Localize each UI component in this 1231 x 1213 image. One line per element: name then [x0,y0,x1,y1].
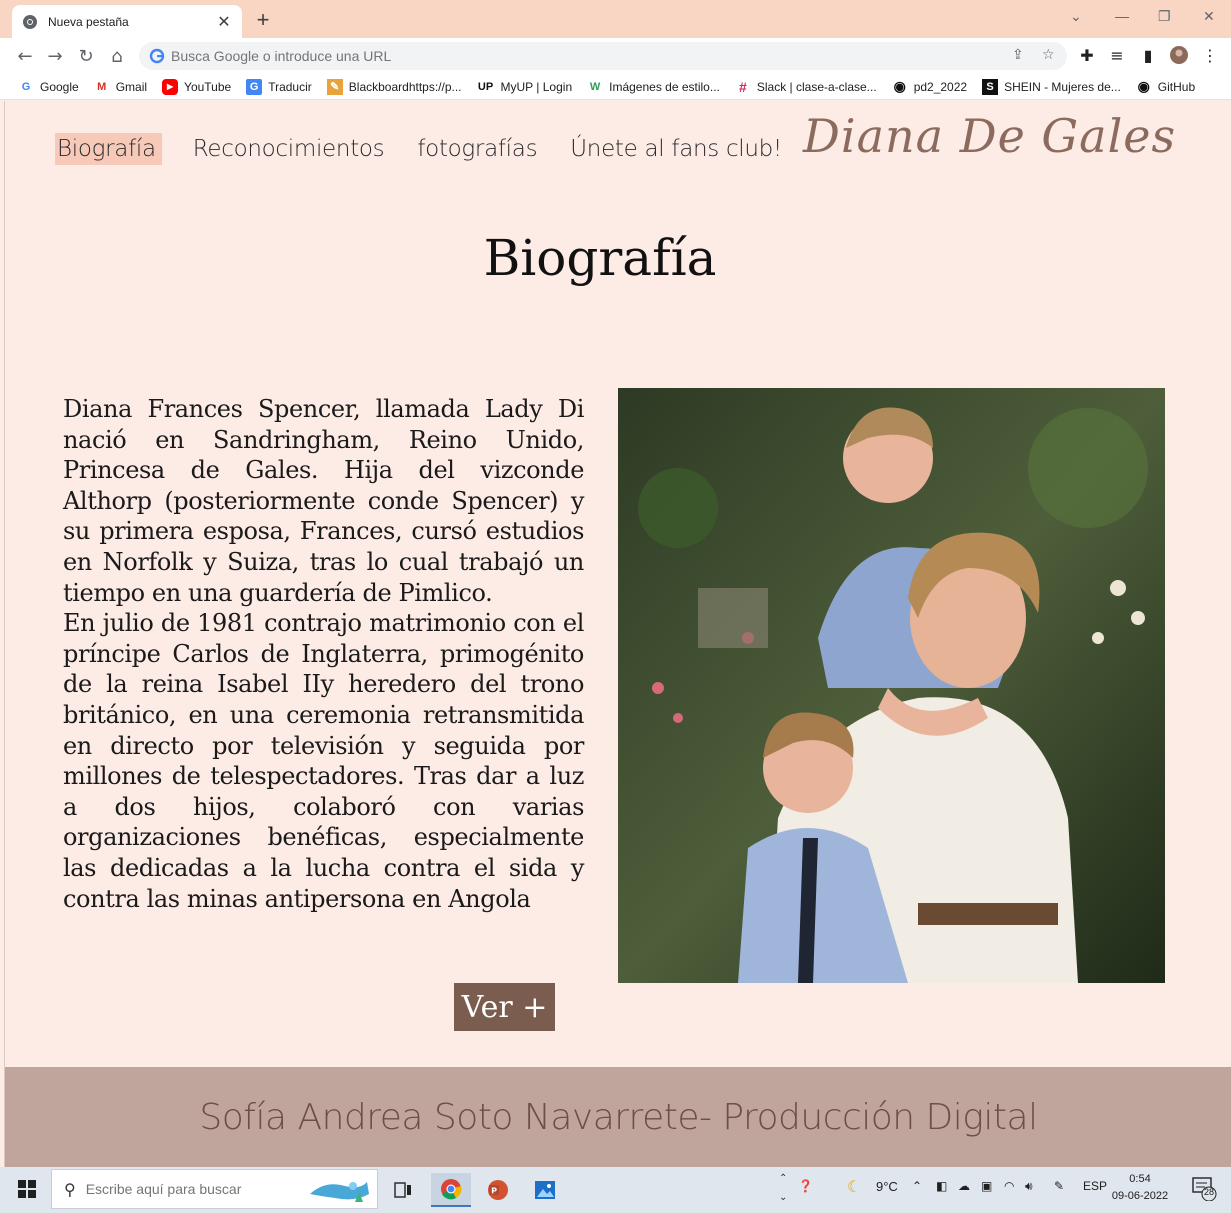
address-input[interactable] [171,48,971,64]
meet-icon[interactable]: ◧ [936,1179,947,1193]
browser-toolbar: ← → ↻ ⌂ ⇪ ☆ ✚ ≡ ▮ ⋮ [0,38,1231,74]
browser-tab[interactable]: Nueva pestaña ✕ [12,5,242,38]
moon-weather-icon: ☾ [847,1179,862,1196]
site-footer: Sofía Andrea Soto Navarrete- Producción … [5,1067,1231,1167]
tray-overflow-icon[interactable]: ⌃ ⌄ [779,1169,787,1207]
back-icon[interactable]: ← [13,44,37,68]
taskbar-search-input[interactable] [85,1181,286,1197]
close-tab-icon[interactable]: ✕ [216,12,232,31]
photos-icon[interactable] [525,1173,565,1207]
powerpoint-icon[interactable]: P [478,1173,518,1207]
bio-paragraph: Diana Frances Spencer, llamada Lady Di n… [63,395,584,607]
web-page: Biografía Reconocimientos fotografías Ún… [4,101,1231,1167]
nav-reconocimientos[interactable]: Reconocimientos [191,133,387,165]
reload-icon[interactable]: ↻ [74,44,98,68]
gmail-icon: M [97,80,107,93]
search-highlight-icon [310,1182,369,1202]
windows-taskbar: ⚲ P ⌃⌄ ❓ ☾ 9°C ⌃ ◧ ☁ ▣ ◠ 🔊︎ ✎ ESP 0:54 0… [0,1167,1231,1213]
weather-temp[interactable]: 9°C [876,1179,898,1194]
tab-search-icon[interactable]: ⌄ [1070,8,1082,25]
restore-icon[interactable]: ❐ [1158,8,1171,25]
site-logo: Diana De Gales [803,109,1177,163]
footer-credit: Sofía Andrea Soto Navarrete- Producción … [199,1096,1038,1138]
bookmark-gmail[interactable]: M Gmail [94,79,147,95]
browser-tabstrip: Nueva pestaña ✕ + ⌄ — ❐ ✕ [0,0,1231,38]
display-icon[interactable]: ▣ [981,1179,992,1193]
menu-icon[interactable]: ⋮ [1200,46,1220,66]
extensions-icon[interactable]: ✚ [1077,46,1097,66]
language-indicator[interactable]: ESP [1083,1179,1107,1193]
chrome-icon [23,14,37,29]
github-icon: ◉ [1137,78,1150,94]
task-view-icon[interactable] [383,1173,423,1207]
blackboard-icon: ✎ [326,78,343,95]
share-icon[interactable]: ⇪ [1012,47,1024,63]
clock-date: 09-06-2022 [1111,1190,1169,1202]
google-icon: G [21,80,31,93]
profile-avatar[interactable] [1169,46,1189,66]
bookmark-blackboard[interactable]: ✎ Blackboardhttps://p... [326,78,462,95]
notification-count: 28 [1203,1187,1214,1197]
search-icon: ⚲ [64,1179,76,1199]
bookmark-google[interactable]: G Google [18,79,79,95]
bookmark-imagenes[interactable]: W Imágenes de estilo... [587,79,720,95]
svg-text:P: P [491,1187,497,1196]
bookmark-slack[interactable]: # Slack | clase-a-clase... [735,79,877,95]
taskbar-search[interactable]: ⚲ [51,1169,378,1209]
forward-icon[interactable]: → [43,44,67,68]
page-title: Biografía [483,229,717,287]
diana-family-photo [618,388,1165,983]
volume-icon[interactable]: 🔊︎ [1025,1179,1033,1194]
bookmark-myup[interactable]: UP MyUP | Login [477,79,572,95]
reading-list-icon[interactable]: ≡ [1107,46,1127,66]
close-window-icon[interactable]: ✕ [1203,8,1215,25]
bio-paragraph: En julio de 1981 contrajo matrimonio con… [63,609,584,913]
chevron-up-icon[interactable]: ⌃ [912,1179,922,1193]
onedrive-icon[interactable]: ☁ [958,1179,970,1193]
clock[interactable]: 0:54 09-06-2022 [1105,1171,1175,1205]
shein-icon: S [982,78,999,95]
biography-text: Diana Frances Spencer, llamada Lady Di n… [63,394,584,914]
help-icon[interactable]: ❓ [798,1179,813,1193]
pen-icon[interactable]: ✎ [1054,1179,1064,1193]
new-tab-button[interactable]: + [253,8,273,32]
bookmark-shein[interactable]: S SHEIN - Mujeres de... [982,78,1121,95]
nav-fotografias[interactable]: fotografías [415,133,539,165]
wifi-icon[interactable]: ◠ [1004,1179,1014,1193]
side-panel-icon[interactable]: ▮ [1138,46,1158,66]
home-icon[interactable]: ⌂ [105,44,129,68]
w-icon: W [589,80,601,93]
bookmark-star-icon[interactable]: ☆ [1042,47,1055,63]
youtube-icon: ▶ [162,78,179,95]
chrome-taskbar-icon[interactable] [431,1173,471,1207]
translate-icon: G [246,78,263,95]
windows-start-icon[interactable] [18,1180,36,1198]
slack-icon: # [738,78,747,95]
see-more-button[interactable]: Ver + [454,983,555,1031]
nav-biografia[interactable]: Biografía [55,133,162,165]
bookmark-pd2[interactable]: ◉ pd2_2022 [892,78,968,95]
address-bar[interactable]: ⇪ ☆ [139,42,1067,70]
google-icon [149,48,165,64]
bookmark-traducir[interactable]: G Traducir [246,78,312,95]
bookmarks-bar: G Google M Gmail ▶ YouTube G Traducir ✎ Black… [0,74,1231,100]
bookmark-github[interactable]: ◉ GitHub [1136,78,1195,95]
clock-time: 0:54 [1129,1173,1151,1185]
minimize-icon[interactable]: — [1115,8,1129,24]
bookmark-youtube[interactable]: ▶ YouTube [162,78,231,95]
github-icon: ◉ [893,78,906,94]
tab-title: Nueva pestaña [48,14,129,29]
nav-fans-club[interactable]: Únete al fans club! [568,133,784,165]
site-nav: Biografía Reconocimientos fotografías Ún… [55,133,813,165]
up-icon: UP [477,80,494,93]
notifications-icon[interactable]: 28 [1191,1175,1217,1204]
